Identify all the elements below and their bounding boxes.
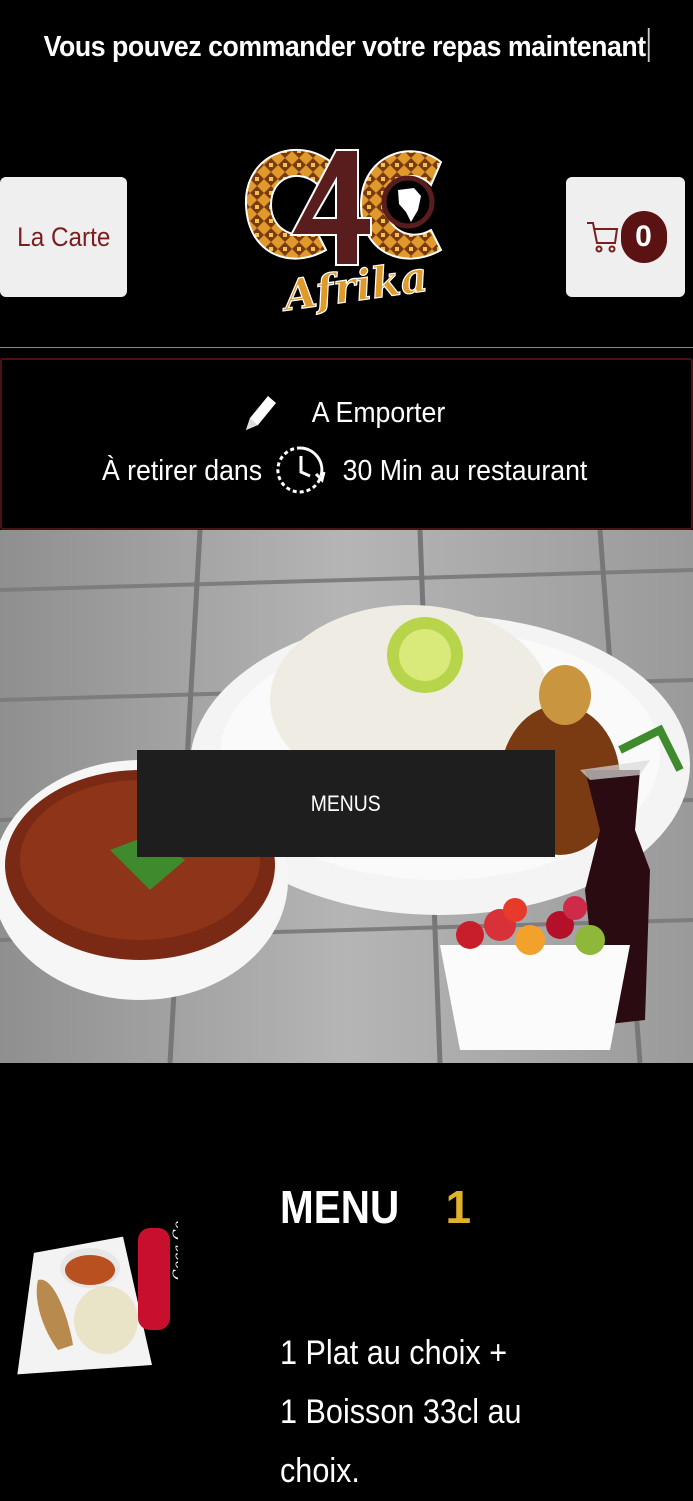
- restaurant-logo[interactable]: Afrika: [236, 130, 458, 320]
- menu-item-image[interactable]: Coca-Cola: [8, 1220, 178, 1385]
- menu-desc-line: 1 Plat au choix +: [280, 1334, 508, 1372]
- pickup-suffix: 30 Min au restaurant: [342, 454, 587, 487]
- menus-button-label: MENUS: [311, 790, 381, 816]
- menu-title-text: MENU: [280, 1181, 400, 1233]
- menus-button[interactable]: MENUS: [137, 750, 555, 857]
- cart-count-badge: 0: [620, 211, 667, 263]
- menu-description: 1 Plat au choix + 1 Boisson 33cl au choi…: [280, 1324, 640, 1501]
- cart-icon: [586, 222, 618, 253]
- banner-text: Vous pouvez commander votre repas mainte…: [43, 31, 646, 63]
- pickup-prefix: À retirer dans: [102, 454, 263, 487]
- svg-text:Coca-Cola: Coca-Cola: [171, 1220, 178, 1280]
- logo-script-text: Afrika: [277, 252, 431, 320]
- menu-title: MENU 1: [280, 1180, 471, 1234]
- text-caret: [647, 28, 650, 62]
- order-mode-row[interactable]: A Emporter: [0, 392, 693, 434]
- la-carte-label: La Carte: [16, 221, 111, 252]
- menu-number: 1: [445, 1181, 472, 1233]
- menu-desc-line: 1 Boisson 33cl au: [280, 1393, 522, 1431]
- order-now-banner: Vous pouvez commander votre repas mainte…: [28, 28, 666, 64]
- menu-desc-line: choix.: [280, 1452, 360, 1490]
- pencil-icon: [245, 396, 276, 430]
- order-mode-label: A Emporter: [311, 396, 446, 429]
- pickup-time-row: À retirer dans 30 Min au restaurant: [0, 444, 693, 498]
- la-carte-button[interactable]: La Carte: [0, 177, 127, 297]
- clock-icon: [275, 446, 326, 494]
- cart-button[interactable]: 0: [566, 177, 685, 297]
- header-divider: [0, 347, 693, 348]
